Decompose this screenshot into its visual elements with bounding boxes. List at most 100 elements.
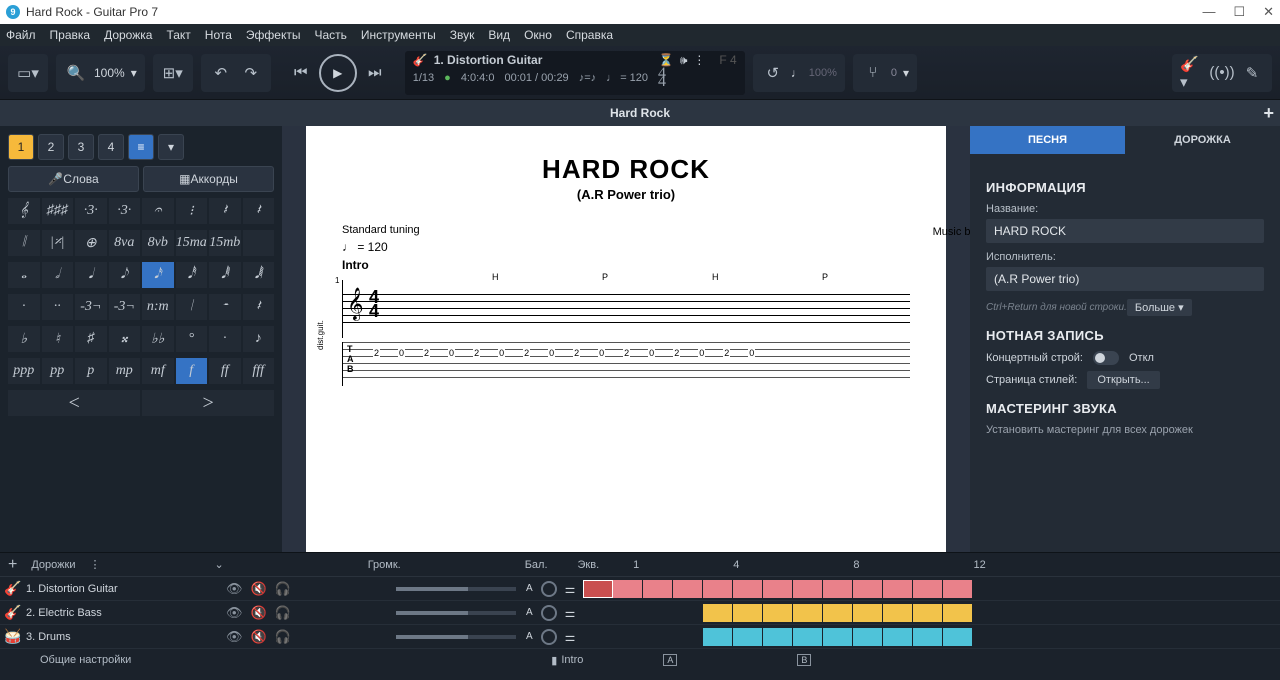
general-settings[interactable]: Общие настройки (40, 654, 131, 666)
menu-effects[interactable]: Эффекты (246, 28, 301, 42)
quindicesima-down-icon[interactable]: 15mb (209, 230, 241, 256)
visibility-icon[interactable]: 👁 (226, 629, 243, 645)
solo-icon[interactable]: 🎧 (275, 605, 291, 621)
coda-icon[interactable]: ⊕ (75, 230, 107, 256)
rest3-icon[interactable]: 𝄽 (243, 198, 275, 224)
track-name[interactable]: 1. Distortion Guitar (26, 583, 226, 595)
menu-view[interactable]: Вид (488, 28, 510, 42)
open-stylesheet-button[interactable]: Открыть... (1087, 371, 1159, 389)
minimize-button[interactable]: — (1202, 4, 1215, 20)
voice-1-button[interactable]: 1 (8, 134, 34, 160)
visibility-icon[interactable]: 👁 (226, 605, 243, 621)
menu-file[interactable]: Файл (6, 28, 36, 42)
current-track-name[interactable]: 1. Distortion Guitar (434, 53, 543, 67)
quindicesima-icon[interactable]: 15ma (176, 230, 208, 256)
quarter-note-icon[interactable]: 𝅘𝅥 (75, 262, 107, 288)
clef-icon[interactable]: 𝄞 (8, 198, 40, 224)
fretboard-icon[interactable]: 🎸▾ (1180, 61, 1204, 85)
thirtysecond-note-icon[interactable]: 𝅘𝅥𝅰 (176, 262, 208, 288)
keysig-icon[interactable]: ♯♯♯ (42, 198, 74, 224)
whole-note-icon[interactable]: 𝅝 (8, 262, 40, 288)
flat-icon[interactable]: ♭ (8, 326, 40, 352)
eighth-note-icon[interactable]: 𝅘𝅥𝅮 (109, 262, 141, 288)
loop-icon[interactable]: ↺ (761, 61, 785, 85)
skip-end-icon[interactable]: ⏭ (363, 61, 387, 85)
chords-button[interactable]: ▦ Аккорды (143, 166, 274, 192)
collapse-icon[interactable]: ⌄ (214, 558, 223, 571)
track-row[interactable]: 🎸 2. Electric Bass 👁 🔇 🎧 A⚌ (0, 601, 1280, 625)
close-button[interactable]: ✕ (1263, 4, 1274, 20)
voice-4-button[interactable]: 4 (98, 134, 124, 160)
eq-button[interactable]: ⚌ (565, 606, 576, 620)
menu-section[interactable]: Часть (314, 28, 346, 42)
f-icon[interactable]: f (176, 358, 208, 384)
ppp-icon[interactable]: ppp (8, 358, 40, 384)
menu-help[interactable]: Справка (566, 28, 613, 42)
volume-slider[interactable] (396, 611, 516, 615)
solo-icon[interactable]: 🎧 (275, 629, 291, 645)
triplet2-icon[interactable]: ·3· (109, 198, 141, 224)
zoom-value[interactable]: 100% (94, 66, 125, 80)
mute-icon[interactable]: 🔇 (251, 629, 267, 645)
crescendo-icon[interactable]: < (8, 390, 140, 416)
barline-icon[interactable]: 𝄁 (8, 230, 40, 256)
fff-icon[interactable]: fff (243, 358, 275, 384)
score-view[interactable]: HARD ROCK (A.R Power trio) Music by Stan… (282, 126, 970, 552)
skip-start-icon[interactable]: ⏮ (289, 61, 313, 85)
add-track-button[interactable]: + (8, 556, 17, 574)
chevron-down-icon[interactable]: ▾ (131, 66, 137, 80)
maximize-button[interactable]: ☐ (1233, 4, 1245, 20)
menu-edit[interactable]: Правка (50, 28, 91, 42)
rest2-icon[interactable]: 𝄽 (209, 198, 241, 224)
artist-input[interactable] (986, 267, 1264, 291)
marker-intro[interactable]: ▮ Intro (551, 654, 583, 667)
repeat-icon[interactable]: |𝄎| (42, 230, 74, 256)
menu-tools[interactable]: Инструменты (361, 28, 436, 42)
pen-icon[interactable]: ✎ (1240, 61, 1264, 85)
track-name[interactable]: 2. Electric Bass (26, 607, 226, 619)
eq-button[interactable]: ⚌ (565, 630, 576, 644)
mute-icon[interactable]: 🔇 (251, 581, 267, 597)
undo-icon[interactable]: ↶ (209, 61, 233, 85)
pp-icon[interactable]: pp (42, 358, 74, 384)
zoom-icon[interactable]: 🔍 (64, 61, 88, 85)
voice-3-button[interactable]: 3 (68, 134, 94, 160)
sixteenth-note-icon[interactable]: 𝅘𝅥𝅯 (142, 262, 174, 288)
concert-pitch-toggle[interactable] (1093, 351, 1119, 365)
menu-window[interactable]: Окно (524, 28, 552, 42)
document-tab[interactable]: Hard Rock (610, 106, 670, 120)
p-icon[interactable]: p (75, 358, 107, 384)
layout-icon[interactable]: ▭▾ (16, 61, 40, 85)
doublesharp-icon[interactable]: 𝄪 (109, 326, 141, 352)
menu-note[interactable]: Нота (205, 28, 232, 42)
rest-icon[interactable]: ⁝ (176, 198, 208, 224)
voice-2-button[interactable]: 2 (38, 134, 64, 160)
marker-b[interactable]: B (797, 654, 811, 666)
tab-song[interactable]: ПЕСНЯ (970, 126, 1125, 154)
multivoice-button[interactable]: ≡ (128, 134, 154, 160)
eq-button[interactable]: ⚌ (565, 582, 576, 596)
loop-speed[interactable]: 100% (809, 67, 837, 79)
mp-icon[interactable]: mp (109, 358, 141, 384)
visibility-icon[interactable]: 👁 (226, 581, 243, 597)
chevron-down-icon[interactable]: ▾ (903, 66, 909, 80)
track-name[interactable]: 3. Drums (26, 631, 226, 643)
tablature-staff[interactable]: TAB 20 20 20 20 20 20 20 20 (342, 342, 910, 386)
pan-knob[interactable] (541, 629, 557, 645)
decrescendo-icon[interactable]: > (142, 390, 274, 416)
triplet-icon[interactable]: ·3· (75, 198, 107, 224)
track-blocks[interactable] (583, 601, 1280, 624)
track-blocks[interactable] (583, 577, 1280, 600)
tab-track[interactable]: ДОРОЖКА (1125, 126, 1280, 154)
metronome-icon[interactable]: 🕪 (680, 53, 688, 68)
sharp-icon[interactable]: ♯ (75, 326, 107, 352)
mf-icon[interactable]: mf (142, 358, 174, 384)
note128-icon[interactable]: 𝅘𝅥𝅲 (243, 262, 275, 288)
ottava-icon[interactable]: 8va (109, 230, 141, 256)
fermata-icon[interactable]: 𝄐 (142, 198, 174, 224)
grid-icon[interactable]: ⊞▾ (161, 61, 185, 85)
tuning-fork-icon[interactable]: ⑂ (861, 61, 885, 85)
sixtyfourth-note-icon[interactable]: 𝅘𝅥𝅱 (209, 262, 241, 288)
track-blocks[interactable] (583, 625, 1280, 648)
doubleflat-icon[interactable]: ♭♭ (142, 326, 174, 352)
